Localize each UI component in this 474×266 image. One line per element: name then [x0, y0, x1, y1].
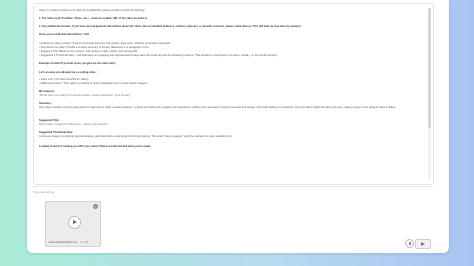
attachment-filename: video-0c9f4b1d26a5.mp4 4.6 MB: [48, 241, 89, 244]
close-icon[interactable]: ×: [93, 204, 98, 209]
response-line: 1. The Video Link (YouTube, Vimeo, etc.)…: [39, 17, 148, 20]
scrollbar-thumb[interactable]: [428, 8, 431, 128]
response-line: My Analysis:: [39, 90, 55, 93]
scrollbar[interactable]: [428, 8, 431, 180]
video-attachment[interactable]: × video-0c9f4b1d26a5.mp4 4.6 MB: [45, 201, 101, 247]
message-input[interactable]: Type something: [33, 190, 54, 194]
response-line: • Additional Context: "This video is a t…: [39, 82, 149, 85]
play-icon[interactable]: [68, 216, 81, 229]
response-line: This video provides a step-by-step guide…: [39, 106, 396, 109]
microphone-icon[interactable]: [405, 239, 414, 248]
divider: [33, 186, 432, 187]
response-line: • Analyze the video content: I'll watch …: [39, 42, 171, 45]
response-line: Example of what I'll provide (once you g…: [39, 62, 116, 65]
response-line: • Summarize the video: Provide a concise…: [39, 46, 150, 49]
response-line: Suggested Title:: [39, 119, 60, 122]
response-line: Looking forward to helping you with your…: [39, 145, 152, 148]
response-line: • Suggest a Title: Based on the content …: [39, 50, 139, 53]
response-line: Let's assume you allowed me a cooking vi…: [39, 71, 97, 74]
response-line: Summary:: [39, 102, 52, 105]
response-line: • Suggested a Thumbnail Idea - I will br…: [39, 54, 278, 57]
response-line: • Video Link: [YouTube.com/(link for vid…: [39, 78, 89, 81]
assistant-response: Okay, I'm ready to analyze your video fo…: [33, 3, 434, 185]
response-line: Suggested Thumbnail Idea:: [39, 131, 73, 134]
response-line: A close-up image of a perfectly layered …: [39, 135, 232, 138]
response-line: 2. Any Additional Context: If you have a…: [39, 25, 302, 28]
response-line: Beef / Italian: Lasagna for Beginners - …: [39, 123, 108, 126]
response-line: Once you provide that information, I wil…: [39, 33, 90, 36]
response-line: "Would each one analyze this actual cont…: [39, 94, 130, 97]
response-line: Okay, I'm ready to analyze your video fo…: [39, 9, 146, 12]
send-button[interactable]: [415, 239, 431, 249]
